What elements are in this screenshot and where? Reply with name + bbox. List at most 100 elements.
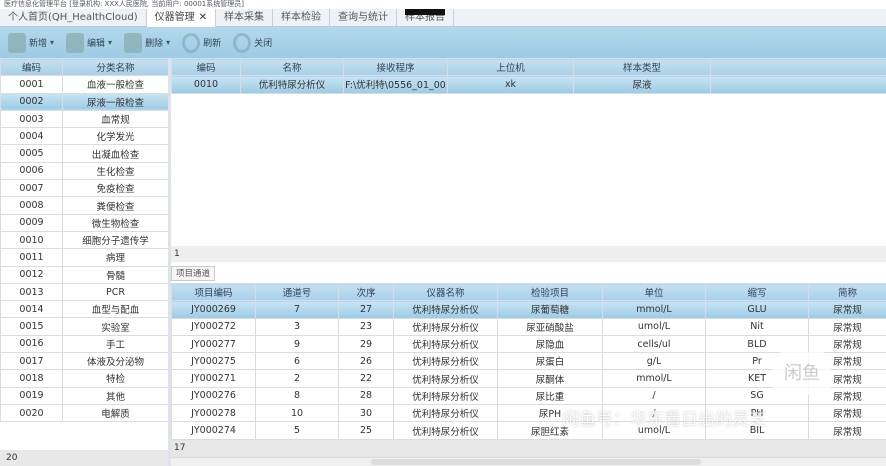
table-cell: 尿常规 [808, 421, 886, 440]
table-row[interactable]: JY000278 10 30 优利特尿分析仪 尿PH / PH 尿常规 [171, 404, 886, 423]
table-cell: 优利特尿分析仪 [393, 317, 498, 336]
table-row[interactable]: 0013 PCR [0, 282, 169, 302]
column-header[interactable]: 检验项目 [497, 282, 603, 302]
table-row[interactable]: 0019 其他 [0, 386, 169, 405]
table-row[interactable]: 0008 粪便检查 [0, 196, 169, 215]
table-row[interactable]: JY000274 5 25 优利特尿分析仪 尿胆红素 umol/L BIL 尿常规 [171, 421, 886, 440]
table-cell: JY000271 [171, 369, 256, 388]
table-row[interactable]: 0004 化学发光 [0, 127, 169, 146]
table-row[interactable]: 0001 血液一般检查 [0, 75, 169, 94]
table-cell: 尿比重 [497, 386, 603, 406]
column-header[interactable]: 编码 [0, 57, 63, 77]
table-cell: 实验室 [62, 317, 169, 336]
table-cell: 优利特尿分析仪 [393, 334, 498, 354]
table-row[interactable]: 0016 手工 [0, 334, 169, 354]
column-header[interactable]: 次序 [338, 282, 394, 302]
table-row[interactable]: JY000269 7 27 优利特尿分析仪 尿葡萄糖 mmol/L GLU 尿常规 [171, 300, 886, 319]
table-cell: JY000275 [171, 352, 256, 371]
column-header[interactable]: 编码 [171, 57, 241, 77]
table-cell: 0018 [0, 369, 63, 388]
table-row[interactable]: 0005 出凝血检查 [0, 144, 169, 163]
chevron-down-icon[interactable]: ▾ [166, 38, 170, 47]
tab-query-statistics[interactable]: 查询与统计 [330, 9, 397, 27]
table-cell: 优利特尿分析仪 [393, 369, 498, 388]
table-cell: 0010 [0, 230, 63, 250]
tab-sample-testing[interactable]: 样本检验 [273, 9, 330, 27]
table-cell: 0002 [0, 92, 63, 111]
refresh-button[interactable]: 刷新 [182, 32, 221, 53]
table-cell: g/L [602, 352, 706, 371]
column-header[interactable]: 单位 [602, 282, 706, 302]
table-cell: 免疫检查 [62, 179, 169, 198]
table-row[interactable]: 0017 体液及分泌物 [0, 352, 169, 371]
table-cell: 尿酮体 [497, 369, 603, 388]
tab-label: 查询与统计 [338, 12, 388, 23]
column-header[interactable]: 上位机 [447, 57, 574, 77]
table-cell: BLD [705, 334, 809, 354]
tab-home[interactable]: 个人首页(QH_HealthCloud) [0, 9, 147, 27]
table-row[interactable]: JY000277 9 29 优利特尿分析仪 尿隐血 cells/ul BLD 尿常规 [171, 334, 886, 354]
table-row[interactable]: 0003 血常规 [0, 109, 169, 129]
column-header[interactable]: 仪器名称 [393, 282, 498, 302]
table-cell: 0005 [0, 144, 63, 163]
table-cell: 25 [338, 421, 394, 440]
table-cell: 26 [338, 352, 394, 371]
table-cell: 0003 [0, 109, 63, 129]
column-header[interactable]: 缩写 [705, 282, 809, 302]
close-icon[interactable]: ✕ [199, 12, 207, 23]
column-header[interactable]: 项目编码 [171, 282, 256, 302]
close-button[interactable]: 关闭 [233, 32, 272, 53]
table-row[interactable]: 0009 微生物检查 [0, 213, 169, 232]
column-header[interactable]: 简称 [808, 282, 886, 302]
table-cell: mmol/L [602, 300, 706, 319]
table-row[interactable]: 0015 实验室 [0, 317, 169, 336]
table-cell: 0019 [0, 386, 63, 405]
table-row[interactable]: 0010 优利特尿分析仪 F:\优利特\0556_01_00 xk 尿液 [171, 75, 886, 94]
redaction-bar [405, 9, 445, 15]
channel-count: 17 [171, 440, 886, 457]
table-cell: 0009 [0, 213, 63, 232]
table-cell: 粪便检查 [62, 196, 169, 215]
column-header[interactable]: 名称 [240, 57, 344, 77]
delete-button[interactable]: 删除 ▾ [124, 32, 170, 53]
table-cell: JY000274 [171, 421, 256, 440]
horizontal-scrollbar[interactable] [171, 457, 886, 466]
table-cell: 尿液一般检查 [62, 92, 169, 111]
table-cell: 尿亚硝酸盐 [497, 317, 603, 336]
table-cell: 0017 [0, 352, 63, 371]
table-row[interactable]: 0018 特检 [0, 369, 169, 388]
table-cell: Nit [705, 317, 809, 336]
table-row[interactable]: 0002 尿液一般检查 [0, 92, 169, 111]
table-row[interactable]: 0012 骨髓 [0, 265, 169, 284]
tab-sample-collection[interactable]: 样本采集 [216, 9, 273, 27]
table-row[interactable]: 0007 免疫检查 [0, 179, 169, 198]
add-button[interactable]: 新增 ▾ [8, 32, 54, 53]
table-cell: 0014 [0, 300, 63, 319]
table-row[interactable]: 0020 电解质 [0, 403, 169, 423]
table-row[interactable]: 0011 病理 [0, 248, 169, 267]
table-row[interactable]: 0010 细胞分子遗传学 [0, 230, 169, 250]
table-cell: 0010 [171, 75, 241, 94]
table-cell: 0004 [0, 127, 63, 146]
table-row[interactable]: 0014 血型与配血 [0, 300, 169, 319]
window-title: 医疗信息化管理平台 [登录机构: XXX人民医院, 当前用户: 00001系统管… [4, 0, 244, 8]
scrollbar-thumb[interactable] [371, 459, 701, 465]
table-row[interactable]: 0006 生化检查 [0, 161, 169, 181]
chevron-down-icon[interactable]: ▾ [108, 38, 112, 47]
column-header[interactable]: 接收程序 [343, 57, 448, 77]
table-cell: umol/L [602, 317, 706, 336]
tab-project-channel[interactable]: 项目通道 [171, 266, 216, 281]
edit-button[interactable]: 编辑 ▾ [66, 32, 112, 53]
column-header[interactable]: 样本类型 [573, 57, 711, 77]
table-row[interactable]: JY000272 3 23 优利特尿分析仪 尿亚硝酸盐 umol/L Nit 尿常规 [171, 317, 886, 336]
column-header[interactable]: 分类名称 [62, 57, 169, 77]
add-icon [8, 32, 26, 53]
tab-instrument-management[interactable]: 仪器管理 ✕ [146, 9, 216, 27]
table-cell: 手工 [62, 334, 169, 354]
table-cell: 0001 [0, 75, 63, 94]
chevron-down-icon[interactable]: ▾ [50, 38, 54, 47]
column-header[interactable]: 通道号 [255, 282, 339, 302]
table-cell: 0016 [0, 334, 63, 354]
table-cell: 9 [255, 334, 339, 354]
table-cell: cells/ul [602, 334, 706, 354]
